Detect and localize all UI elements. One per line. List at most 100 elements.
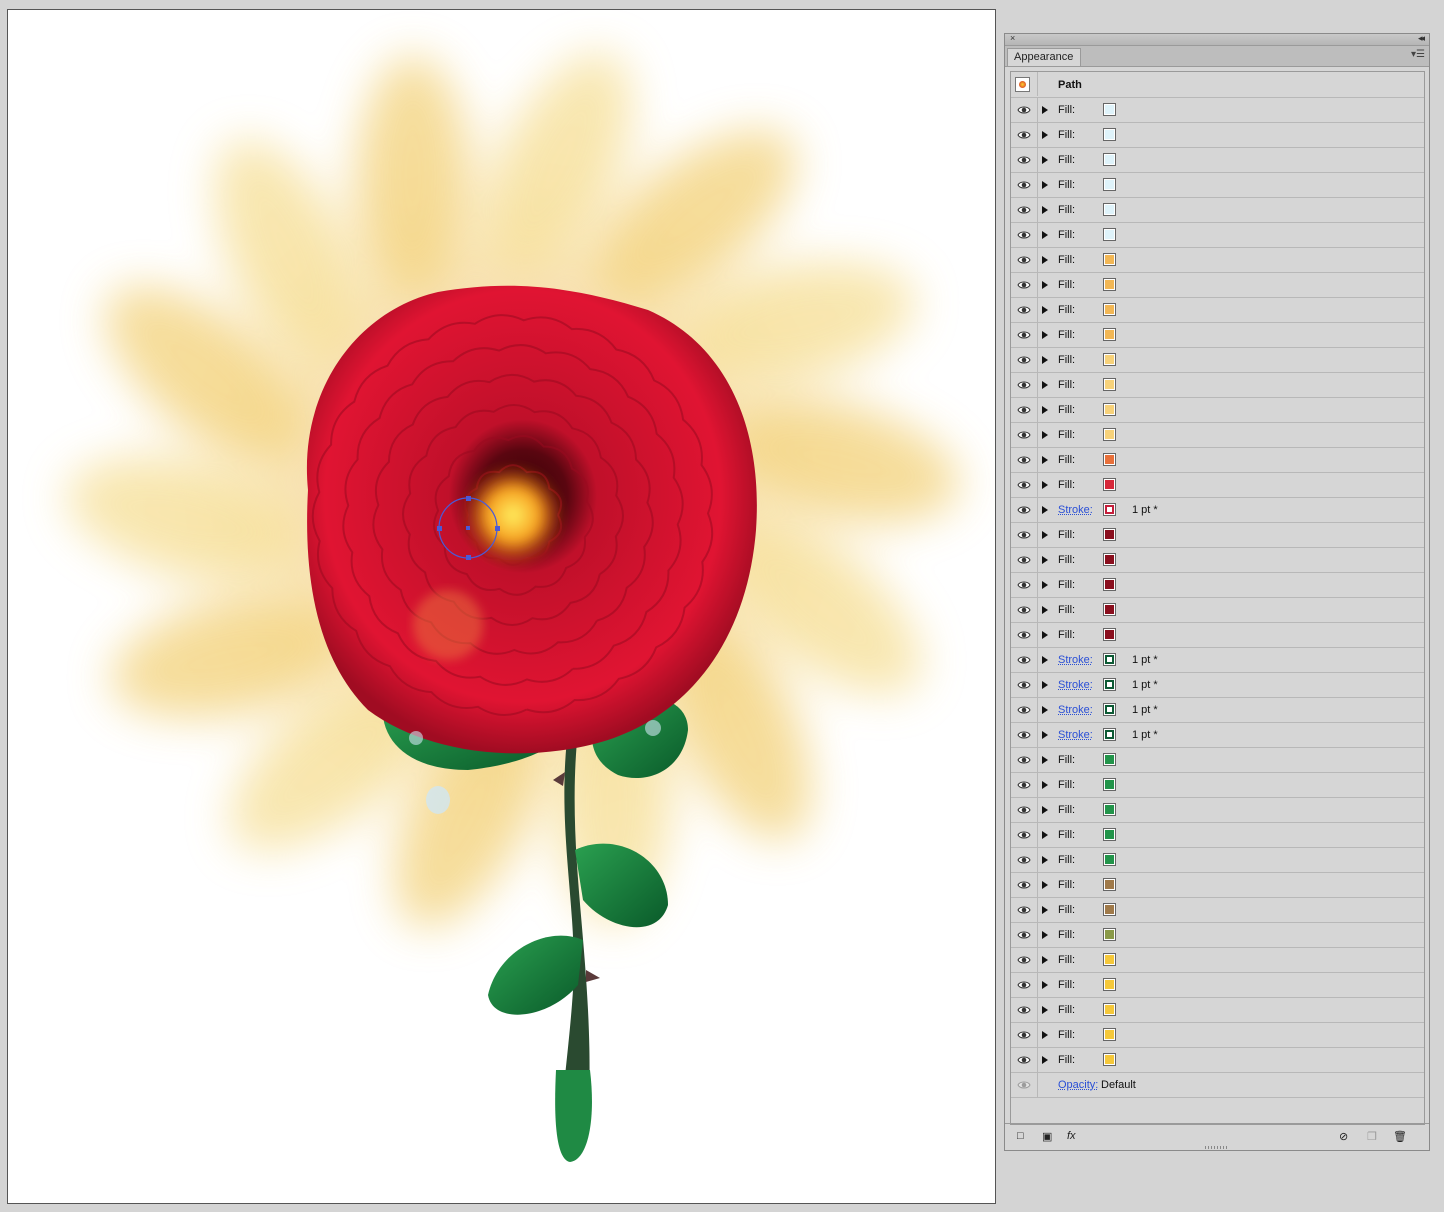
visibility-eye-icon[interactable] (1017, 1029, 1031, 1041)
color-swatch[interactable] (1103, 803, 1116, 816)
expand-triangle-icon[interactable] (1042, 806, 1048, 814)
fill-attribute-row[interactable]: Fill: (1011, 948, 1424, 973)
attribute-label[interactable]: Stroke: (1058, 729, 1093, 741)
visibility-eye-icon[interactable] (1017, 979, 1031, 991)
expand-triangle-icon[interactable] (1042, 306, 1048, 314)
artboard[interactable] (7, 9, 996, 1204)
fill-attribute-row[interactable]: Fill: (1011, 623, 1424, 648)
color-swatch[interactable] (1103, 153, 1116, 166)
expand-triangle-icon[interactable] (1042, 181, 1048, 189)
expand-triangle-icon[interactable] (1042, 131, 1048, 139)
visibility-eye-icon[interactable] (1017, 104, 1031, 116)
fill-attribute-row[interactable]: Fill: (1011, 98, 1424, 123)
object-header-row[interactable]: Path (1011, 72, 1424, 98)
stroke-weight-value[interactable]: 1 pt * (1132, 729, 1158, 741)
visibility-eye-icon[interactable] (1017, 929, 1031, 941)
color-swatch[interactable] (1103, 853, 1116, 866)
fill-attribute-row[interactable]: Fill: (1011, 773, 1424, 798)
clear-appearance-icon[interactable]: ⊘ (1339, 1130, 1348, 1143)
color-swatch[interactable] (1103, 1003, 1116, 1016)
color-swatch[interactable] (1103, 428, 1116, 441)
visibility-eye-icon[interactable] (1017, 354, 1031, 366)
stroke-weight-value[interactable]: 1 pt * (1132, 679, 1158, 691)
color-swatch[interactable] (1103, 778, 1116, 791)
fill-attribute-row[interactable]: Fill: (1011, 448, 1424, 473)
expand-triangle-icon[interactable] (1042, 456, 1048, 464)
visibility-eye-icon[interactable] (1017, 954, 1031, 966)
expand-triangle-icon[interactable] (1042, 256, 1048, 264)
color-swatch[interactable] (1103, 453, 1116, 466)
fill-attribute-row[interactable]: Fill: (1011, 248, 1424, 273)
expand-triangle-icon[interactable] (1042, 856, 1048, 864)
color-swatch[interactable] (1103, 553, 1116, 566)
expand-triangle-icon[interactable] (1042, 606, 1048, 614)
visibility-eye-icon[interactable] (1017, 779, 1031, 791)
stroke-attribute-row[interactable]: Stroke: 1 pt * (1011, 723, 1424, 748)
color-swatch[interactable] (1103, 1028, 1116, 1041)
expand-triangle-icon[interactable] (1042, 281, 1048, 289)
fill-attribute-row[interactable]: Fill: (1011, 598, 1424, 623)
expand-triangle-icon[interactable] (1042, 556, 1048, 564)
expand-triangle-icon[interactable] (1042, 956, 1048, 964)
expand-triangle-icon[interactable] (1042, 481, 1048, 489)
visibility-eye-icon[interactable] (1017, 554, 1031, 566)
visibility-eye-icon[interactable] (1017, 604, 1031, 616)
visibility-eye-icon[interactable] (1017, 904, 1031, 916)
color-swatch[interactable] (1103, 253, 1116, 266)
visibility-eye-icon[interactable] (1017, 854, 1031, 866)
fill-attribute-row[interactable]: Fill: (1011, 573, 1424, 598)
fill-attribute-row[interactable]: Fill: (1011, 923, 1424, 948)
color-swatch[interactable] (1103, 503, 1116, 516)
opacity-row[interactable]: Opacity: Default (1011, 1073, 1424, 1098)
stroke-attribute-row[interactable]: Stroke: 1 pt * (1011, 498, 1424, 523)
expand-triangle-icon[interactable] (1042, 981, 1048, 989)
color-swatch[interactable] (1103, 403, 1116, 416)
color-swatch[interactable] (1103, 628, 1116, 641)
color-swatch[interactable] (1103, 228, 1116, 241)
add-new-stroke-icon[interactable]: □ (1017, 1130, 1024, 1142)
stroke-attribute-row[interactable]: Stroke: 1 pt * (1011, 673, 1424, 698)
fill-attribute-row[interactable]: Fill: (1011, 473, 1424, 498)
fill-attribute-row[interactable]: Fill: (1011, 423, 1424, 448)
fill-attribute-row[interactable]: Fill: (1011, 873, 1424, 898)
visibility-eye-icon[interactable] (1017, 629, 1031, 641)
fill-attribute-row[interactable]: Fill: (1011, 548, 1424, 573)
visibility-eye-icon[interactable] (1017, 704, 1031, 716)
color-swatch[interactable] (1103, 353, 1116, 366)
fill-attribute-row[interactable]: Fill: (1011, 273, 1424, 298)
stroke-weight-value[interactable]: 1 pt * (1132, 704, 1158, 716)
fill-attribute-row[interactable]: Fill: (1011, 898, 1424, 923)
fill-attribute-row[interactable]: Fill: (1011, 373, 1424, 398)
expand-triangle-icon[interactable] (1042, 731, 1048, 739)
stroke-attribute-row[interactable]: Stroke: 1 pt * (1011, 648, 1424, 673)
visibility-eye-icon[interactable] (1017, 829, 1031, 841)
color-swatch[interactable] (1103, 278, 1116, 291)
fill-attribute-row[interactable]: Fill: (1011, 323, 1424, 348)
attribute-label[interactable]: Stroke: (1058, 704, 1093, 716)
color-swatch[interactable] (1103, 703, 1116, 716)
color-swatch[interactable] (1103, 178, 1116, 191)
attribute-label[interactable]: Stroke: (1058, 654, 1093, 666)
visibility-eye-icon[interactable] (1017, 454, 1031, 466)
panel-menu-icon[interactable]: ▾☰ (1411, 49, 1425, 60)
fill-attribute-row[interactable]: Fill: (1011, 1048, 1424, 1073)
visibility-eye-icon[interactable] (1017, 1054, 1031, 1066)
color-swatch[interactable] (1103, 203, 1116, 216)
color-swatch[interactable] (1103, 878, 1116, 891)
color-swatch[interactable] (1103, 828, 1116, 841)
color-swatch[interactable] (1103, 378, 1116, 391)
fill-attribute-row[interactable]: Fill: (1011, 223, 1424, 248)
visibility-eye-icon[interactable] (1017, 754, 1031, 766)
expand-triangle-icon[interactable] (1042, 431, 1048, 439)
color-swatch[interactable] (1103, 478, 1116, 491)
expand-triangle-icon[interactable] (1042, 906, 1048, 914)
tab-appearance[interactable]: Appearance (1007, 48, 1081, 66)
color-swatch[interactable] (1103, 678, 1116, 691)
color-swatch[interactable] (1103, 978, 1116, 991)
expand-triangle-icon[interactable] (1042, 656, 1048, 664)
color-swatch[interactable] (1103, 528, 1116, 541)
expand-triangle-icon[interactable] (1042, 1031, 1048, 1039)
opacity-label[interactable]: Opacity: (1058, 1079, 1098, 1091)
color-swatch[interactable] (1103, 128, 1116, 141)
visibility-eye-icon[interactable] (1017, 879, 1031, 891)
